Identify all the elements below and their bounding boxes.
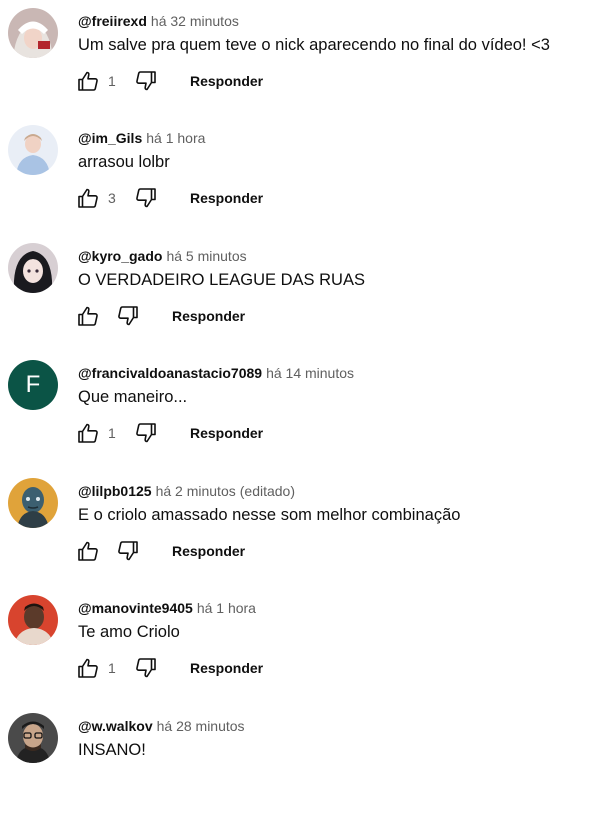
comment-item: @w.walkov há 28 minutos INSANO! — [0, 705, 610, 822]
thumb-down-icon — [134, 69, 158, 93]
thumb-up-icon — [76, 539, 100, 563]
reply-button[interactable]: Responder — [190, 660, 263, 676]
comment-text: INSANO! — [78, 741, 146, 759]
like-button[interactable] — [74, 303, 102, 329]
like-button[interactable] — [74, 655, 102, 681]
thumb-up-icon — [76, 69, 100, 93]
like-button[interactable] — [74, 185, 102, 211]
comment-header: @kyro_gado há 5 minutos — [78, 247, 247, 265]
thumb-down-icon — [134, 186, 158, 210]
edited-label: (editado) — [239, 483, 296, 499]
comment-text: O VERDADEIRO LEAGUE DAS RUAS — [78, 271, 365, 289]
comment-time[interactable]: há 1 hora — [197, 600, 256, 616]
comment-author[interactable]: @freiirexd — [78, 13, 147, 29]
thumb-up-icon — [76, 186, 100, 210]
thumb-down-icon — [134, 421, 158, 445]
comment-time[interactable]: há 1 hora — [146, 130, 205, 146]
like-count: 1 — [108, 660, 116, 676]
comment-actions: 1 Responder — [74, 655, 263, 681]
like-count: 1 — [108, 425, 116, 441]
comment-time[interactable]: há 14 minutos — [266, 365, 354, 381]
comment-time[interactable]: há 28 minutos — [157, 718, 245, 734]
like-button[interactable] — [74, 68, 102, 94]
comment-text: arrasou lolbr — [78, 153, 170, 171]
comment-author[interactable]: @kyro_gado — [78, 248, 162, 264]
avatar[interactable] — [8, 125, 58, 175]
comment-header: @freiirexd há 32 minutos — [78, 12, 239, 30]
comment-header: @im_Gils há 1 hora — [78, 129, 205, 147]
comment-author[interactable]: @lilpb0125 — [78, 483, 152, 499]
comment-actions: Responder — [74, 538, 245, 564]
thumb-up-icon — [76, 656, 100, 680]
comment-item: F @francivaldoanastacio7089 há 14 minutos… — [0, 352, 610, 469]
comment-header: @lilpb0125 há 2 minutos (editado) — [78, 482, 295, 500]
comment-author[interactable]: @francivaldoanastacio7089 — [78, 365, 262, 381]
avatar[interactable] — [8, 713, 58, 763]
avatar[interactable] — [8, 243, 58, 293]
comment-actions: 3 Responder — [74, 185, 263, 211]
comment-author[interactable]: @manovinte9405 — [78, 600, 193, 616]
like-button[interactable] — [74, 538, 102, 564]
thumb-down-icon — [116, 304, 140, 328]
like-count: 3 — [108, 190, 116, 206]
comment-item: @manovinte9405 há 1 hora Te amo Criolo 1 … — [0, 587, 610, 704]
avatar[interactable] — [8, 595, 58, 645]
comment-header: @w.walkov há 28 minutos — [78, 717, 245, 735]
dislike-button[interactable] — [132, 655, 160, 681]
comment-item: @kyro_gado há 5 minutos O VERDADEIRO LEAG… — [0, 235, 610, 352]
thumb-down-icon — [134, 656, 158, 680]
comment-time[interactable]: há 5 minutos — [166, 248, 246, 264]
comment-author[interactable]: @w.walkov — [78, 718, 153, 734]
comment-author[interactable]: @im_Gils — [78, 130, 142, 146]
comment-actions: 1 Responder — [74, 420, 263, 446]
dislike-button[interactable] — [114, 303, 142, 329]
dislike-button[interactable] — [132, 68, 160, 94]
comment-header: @manovinte9405 há 1 hora — [78, 599, 256, 617]
reply-button[interactable]: Responder — [190, 190, 263, 206]
comment-item: @lilpb0125 há 2 minutos (editado) E o crio… — [0, 470, 610, 587]
comment-actions: Responder — [74, 303, 245, 329]
thumb-up-icon — [76, 421, 100, 445]
thumb-down-icon — [116, 539, 140, 563]
comment-time[interactable]: há 2 minutos — [156, 483, 236, 499]
reply-button[interactable]: Responder — [190, 425, 263, 441]
comment-item: @freiirexd há 32 minutos Um salve pra que… — [0, 0, 610, 117]
comment-text: Te amo Criolo — [78, 623, 180, 641]
reply-button[interactable]: Responder — [190, 73, 263, 89]
avatar[interactable] — [8, 8, 58, 58]
comment-actions: 1 Responder — [74, 68, 263, 94]
like-count: 1 — [108, 73, 116, 89]
comment-header: @francivaldoanastacio7089 há 14 minutos — [78, 364, 354, 382]
dislike-button[interactable] — [132, 185, 160, 211]
comment-text: E o criolo amassado nesse som melhor com… — [78, 506, 461, 524]
avatar[interactable]: F — [8, 360, 58, 410]
avatar[interactable] — [8, 478, 58, 528]
reply-button[interactable]: Responder — [172, 543, 245, 559]
like-button[interactable] — [74, 420, 102, 446]
thumb-up-icon — [76, 304, 100, 328]
comment-text: Que maneiro... — [78, 388, 188, 406]
comment-text: Um salve pra quem teve o nick aparecendo… — [78, 36, 550, 54]
dislike-button[interactable] — [132, 420, 160, 446]
comment-time[interactable]: há 32 minutos — [151, 13, 239, 29]
reply-button[interactable]: Responder — [172, 308, 245, 324]
dislike-button[interactable] — [114, 538, 142, 564]
avatar-letter: F — [8, 360, 58, 410]
comment-item: @im_Gils há 1 hora arrasou lolbr 3 Respon… — [0, 117, 610, 234]
